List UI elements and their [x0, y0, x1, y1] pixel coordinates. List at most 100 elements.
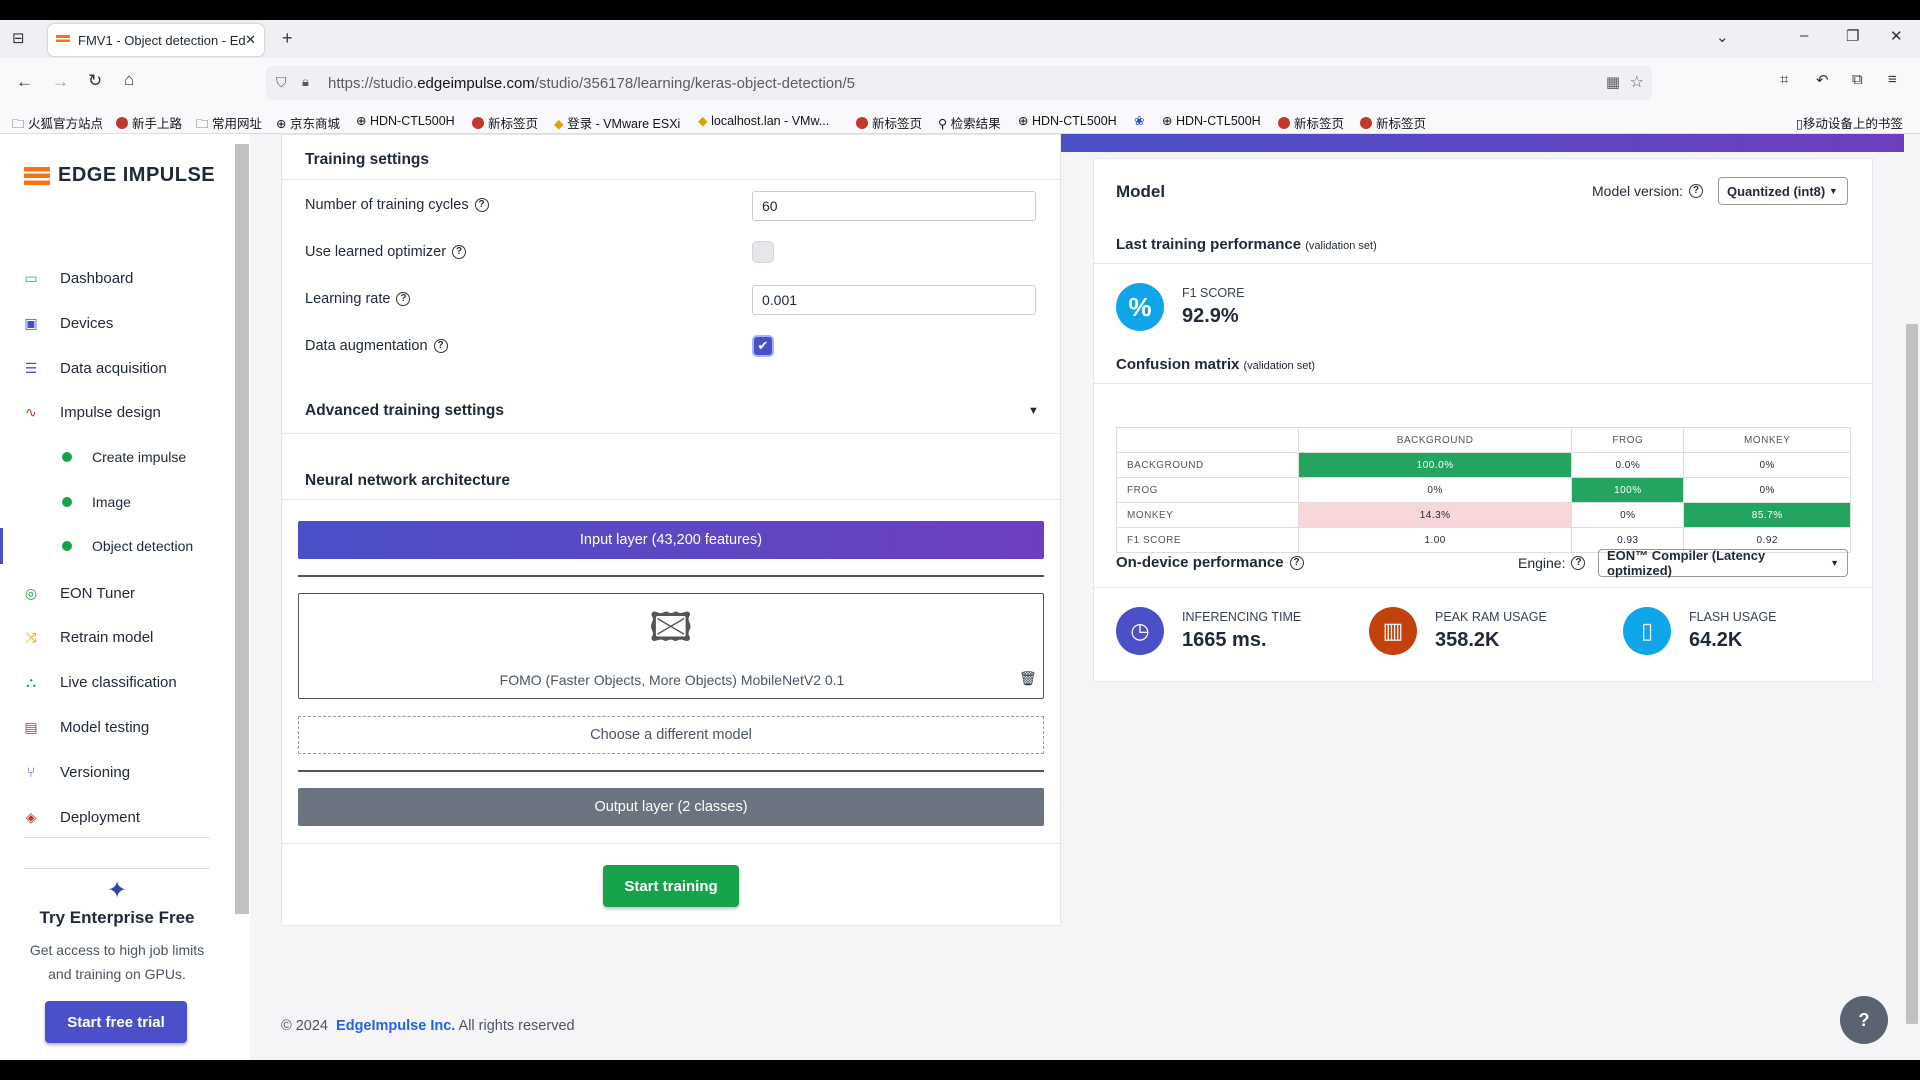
close-window-icon[interactable]: ✕: [1890, 27, 1903, 45]
bookmark-item[interactable]: 新标签页: [856, 113, 922, 132]
model-panel: Model Model version:? Quantized (int8) ▼…: [1093, 158, 1873, 682]
bookmark-item[interactable]: ◆ localhost.lan - VMw...: [698, 113, 829, 128]
bookmark-item[interactable]: ⊕ HDN-CTL500H: [1162, 113, 1261, 128]
reload-icon[interactable]: ↻: [88, 71, 102, 91]
qr-code-icon[interactable]: ▦: [1606, 73, 1620, 91]
training-cycles-input[interactable]: 60: [752, 191, 1036, 221]
help-icon[interactable]: ?: [1689, 184, 1704, 198]
sidebar-item-impulse-design[interactable]: ∿ Impulse design: [0, 394, 234, 430]
browser-tab[interactable]: FMV1 - Object detection - Ed ✕: [48, 24, 264, 56]
nav-bar: ← → ↻ ⌂ ⛉ 🔒︎ https://studio. edgeimpulse.…: [0, 58, 1920, 108]
start-training-button[interactable]: Start training: [603, 865, 739, 907]
bookmark-item[interactable]: ⊕ HDN-CTL500H: [356, 113, 455, 128]
flash-usage-label: FLASH USAGE: [1689, 610, 1777, 624]
paw-icon: ❀: [1134, 114, 1145, 128]
mobile-bookmarks[interactable]: ▯移动设备上的书签: [1796, 113, 1903, 132]
model-version-select[interactable]: Quantized (int8) ▼: [1718, 177, 1848, 205]
sidebar-item-dashboard[interactable]: ▭ Dashboard: [0, 260, 234, 296]
bookmark-item[interactable]: ⚲ 检索结果: [938, 113, 1001, 132]
divider: [1094, 383, 1872, 384]
sidebar-item-eon-tuner[interactable]: ◎ EON Tuner: [0, 575, 234, 611]
confusion-matrix-title: Confusion matrix (validation set): [1116, 356, 1316, 373]
tab-overflow-chevron-icon[interactable]: ⌄: [1716, 28, 1729, 46]
new-tab-icon[interactable]: +: [282, 28, 293, 49]
menu-icon[interactable]: ≡: [1888, 71, 1897, 88]
caret-down-icon: ▼: [1828, 186, 1838, 196]
firefox-icon: [1360, 117, 1372, 129]
help-button[interactable]: ?: [1840, 996, 1888, 1044]
shuffle-icon: ⤨: [25, 628, 37, 645]
bookmark-item[interactable]: 新标签页: [1360, 113, 1426, 132]
close-tab-icon[interactable]: ✕: [245, 32, 256, 48]
firefox-icon: [856, 117, 868, 129]
extensions-icon[interactable]: ⧉: [1852, 71, 1863, 88]
sidebar-item-devices[interactable]: ▣ Devices: [0, 305, 234, 341]
engine-select[interactable]: EON™ Compiler (Latency optimized) ▼: [1598, 548, 1848, 578]
caret-down-icon[interactable]: ▼: [1028, 405, 1039, 417]
divider: [1094, 587, 1872, 588]
trash-icon[interactable]: 🗑︎: [1019, 670, 1037, 687]
database-icon: ☰: [24, 359, 38, 376]
undo-icon[interactable]: ↶: [1816, 71, 1829, 89]
sidebar-scrollbar-thumb[interactable]: [235, 144, 249, 914]
bookmark-item[interactable]: ❀: [1134, 113, 1144, 128]
output-layer[interactable]: Output layer (2 classes): [298, 788, 1044, 826]
bookmark-item[interactable]: 新标签页: [472, 113, 538, 132]
logo[interactable]: EDGE IMPULSE: [24, 164, 215, 187]
bookmark-item[interactable]: 新手上路: [116, 113, 182, 132]
sidebar-item-live-classification[interactable]: ⛬ Live classification: [0, 664, 234, 700]
status-dot: [62, 497, 72, 507]
back-icon[interactable]: ←: [16, 72, 33, 92]
cm-row-label: MONKEY: [1116, 502, 1299, 528]
start-free-trial-button[interactable]: Start free trial: [45, 1001, 187, 1043]
input-layer[interactable]: Input layer (43,200 features): [298, 521, 1044, 559]
enterprise-desc-1: Get access to high job limits: [29, 942, 205, 958]
sidebar-item-model-testing[interactable]: ▤ Model testing: [0, 709, 234, 745]
f1-value: 92.9%: [1182, 305, 1239, 327]
help-icon[interactable]: ?: [1289, 555, 1304, 570]
sidebar-item-retrain-model[interactable]: ⤨ Retrain model: [0, 619, 234, 655]
help-icon[interactable]: ?: [396, 292, 411, 306]
choose-model-button[interactable]: Choose a different model: [298, 716, 1044, 754]
bookmark-item[interactable]: 新标签页: [1278, 113, 1344, 132]
data-augmentation-checkbox[interactable]: ✔: [752, 335, 774, 357]
sidebar-item-create-impulse[interactable]: Create impulse: [0, 439, 234, 475]
folder-icon: 🗀︎: [12, 117, 25, 131]
help-icon[interactable]: ?: [1571, 556, 1586, 570]
flash-chip-icon: ▯: [1623, 607, 1671, 655]
forward-icon[interactable]: →: [52, 72, 69, 92]
sidebar-item-data-acquisition[interactable]: ☰ Data acquisition: [0, 350, 234, 386]
training-settings-title: Training settings: [305, 151, 430, 168]
learning-rate-label: Learning rate?: [305, 291, 411, 307]
main-scrollbar-thumb[interactable]: [1906, 324, 1918, 1024]
home-icon[interactable]: ⌂: [124, 70, 134, 90]
restore-icon[interactable]: ❐: [1846, 27, 1859, 45]
cm-cell: 0%: [1297, 477, 1573, 503]
company-link[interactable]: EdgeImpulse Inc.: [336, 1018, 455, 1034]
learned-optimizer-toggle[interactable]: [752, 241, 774, 263]
sidebar-item-versioning[interactable]: ⑂ Versioning: [0, 754, 234, 790]
bookmark-star-icon[interactable]: ☆: [1630, 72, 1644, 92]
help-icon[interactable]: ?: [452, 245, 467, 259]
help-icon[interactable]: ?: [474, 198, 489, 212]
bookmark-item[interactable]: ⊕ HDN-CTL500H: [1018, 113, 1117, 128]
bookmark-item[interactable]: ◆ 登录 - VMware ESXi: [554, 113, 680, 132]
bookmark-item[interactable]: ⊕ 京东商城: [276, 113, 340, 132]
tab-list-icon[interactable]: ⊟: [12, 29, 25, 47]
sidebar-item-image[interactable]: Image: [0, 484, 234, 520]
divider: [282, 843, 1060, 844]
bookmark-item[interactable]: 🗀︎ 火狐官方站点: [12, 113, 103, 136]
advanced-settings-toggle[interactable]: Advanced training settings: [305, 402, 504, 420]
url-bar[interactable]: ⛉ 🔒︎ https://studio. edgeimpulse.com/stud…: [266, 66, 1652, 100]
screenshot-icon[interactable]: ⌗: [1780, 71, 1788, 88]
sidebar-item-object-detection[interactable]: Object detection: [0, 528, 234, 564]
cm-cell: 0%: [1683, 477, 1851, 503]
model-block[interactable]: 🖾︎ FOMO (Faster Objects, More Objects) M…: [298, 593, 1044, 699]
bookmark-item[interactable]: 🗀︎ 常用网址: [196, 113, 262, 136]
help-icon[interactable]: ?: [433, 339, 448, 353]
minimize-icon[interactable]: –: [1800, 27, 1808, 44]
clock-icon: ◷: [1116, 607, 1164, 655]
f1-label: F1 SCORE: [1182, 286, 1245, 300]
learning-rate-input[interactable]: 0.001: [752, 285, 1036, 315]
sidebar-item-deployment[interactable]: ◈ Deployment: [0, 799, 234, 835]
